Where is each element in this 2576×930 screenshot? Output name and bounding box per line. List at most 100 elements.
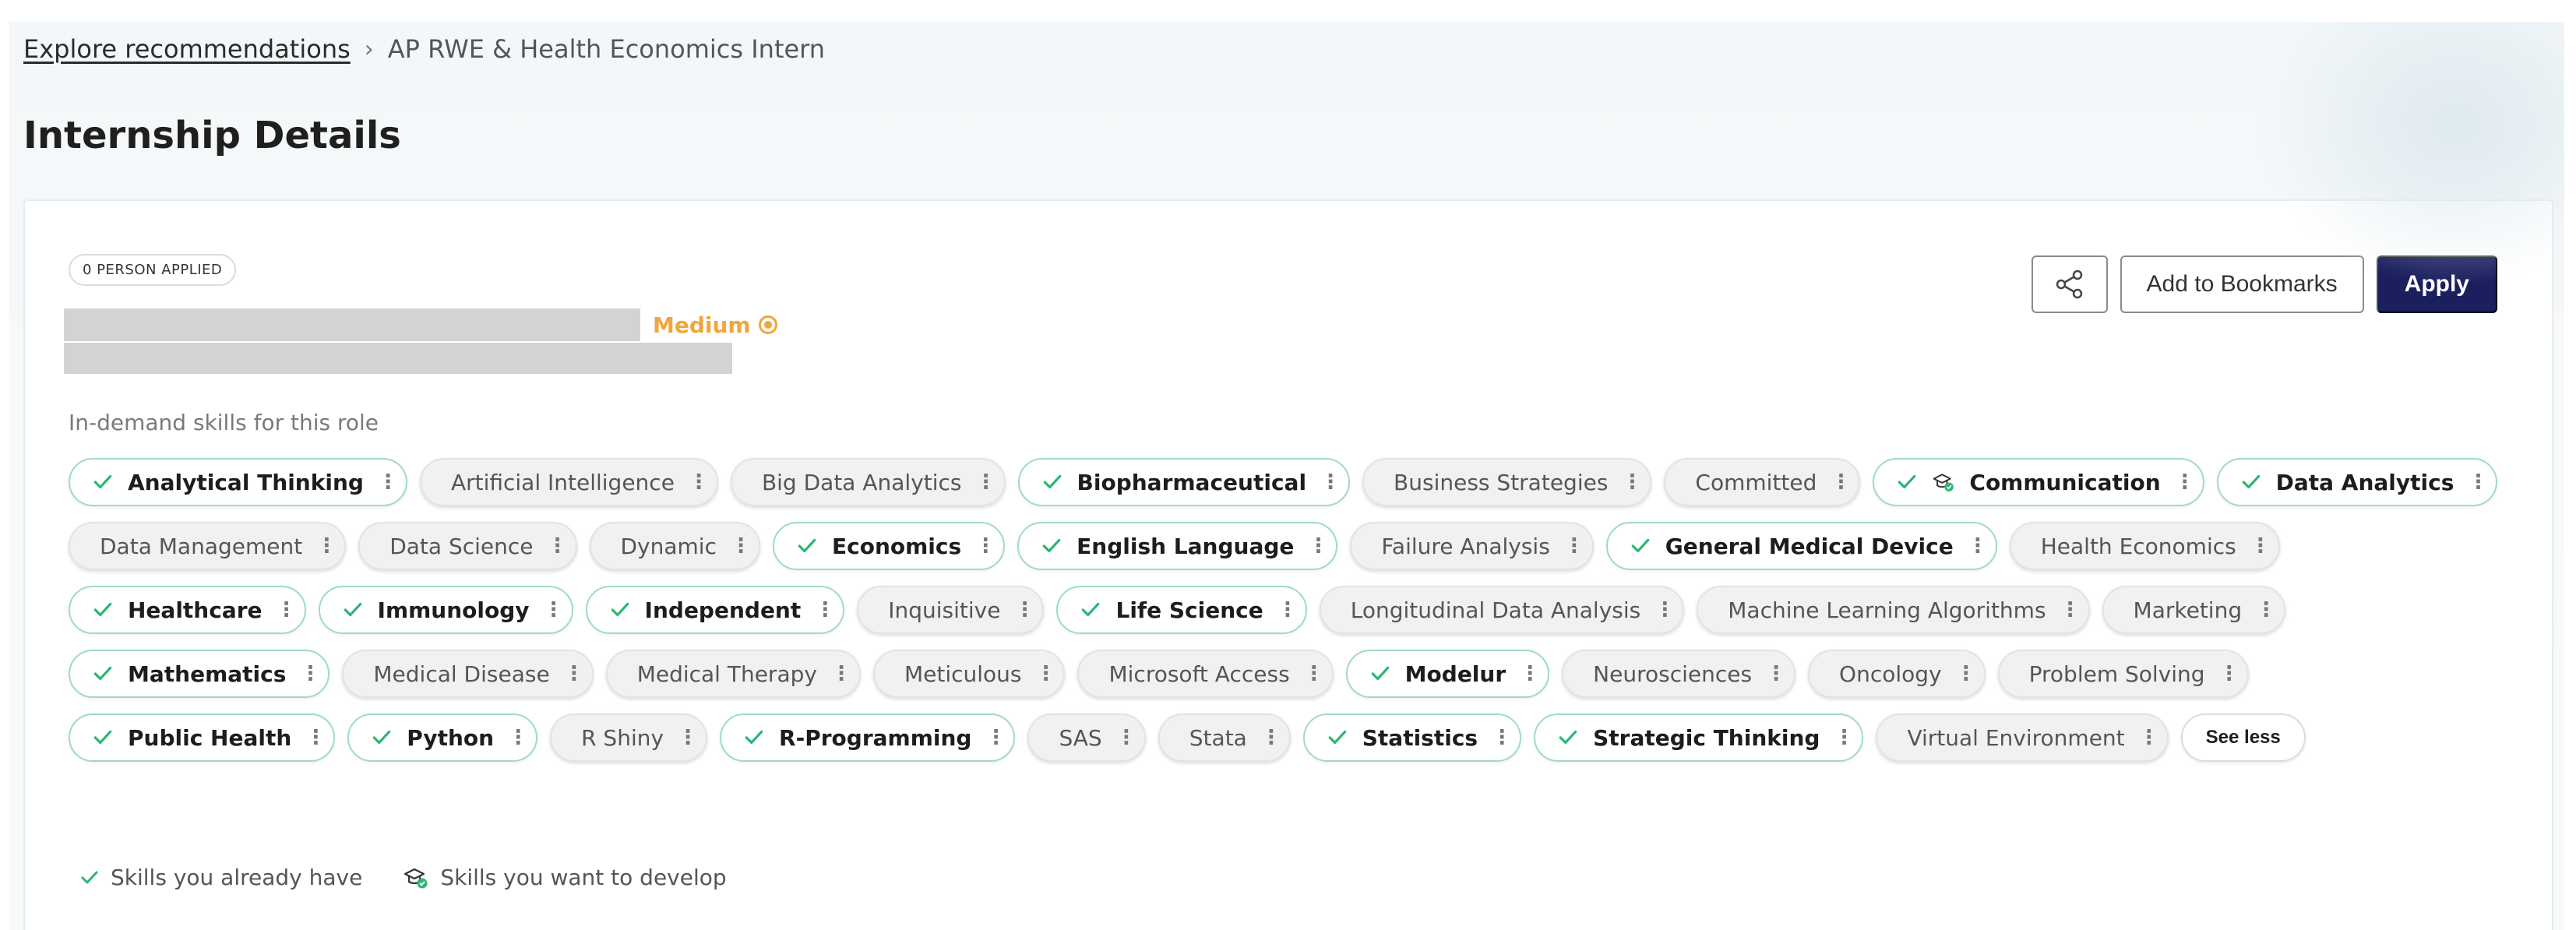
kebab-menu-icon[interactable]: ⋮ [2250, 534, 2271, 558]
skill-chip[interactable]: Oncology ⋮ [1808, 650, 1986, 698]
kebab-menu-icon[interactable]: ⋮ [1834, 726, 1854, 749]
kebab-menu-icon[interactable]: ⋮ [1968, 534, 1988, 558]
skill-chip[interactable]: Failure Analysis ⋮ [1350, 522, 1594, 570]
kebab-menu-icon[interactable]: ⋮ [1014, 598, 1034, 622]
skill-chip[interactable]: SAS ⋮ [1027, 713, 1146, 762]
skill-label: Neurosciences [1593, 661, 1753, 687]
breadcrumb: Explore recommendations › AP RWE & Healt… [23, 34, 825, 64]
skill-chip[interactable]: Mathematics ⋮ [69, 650, 330, 698]
skill-chip[interactable]: Machine Learning Algorithms ⋮ [1697, 586, 2090, 634]
skill-chip[interactable]: Inquisitive ⋮ [857, 586, 1045, 634]
skill-chip[interactable]: Marketing ⋮ [2102, 586, 2286, 634]
skill-label: Data Analytics [2275, 469, 2454, 495]
skill-label: R Shiny [581, 724, 664, 751]
kebab-menu-icon[interactable]: ⋮ [1654, 598, 1675, 622]
kebab-menu-icon[interactable]: ⋮ [689, 470, 709, 494]
kebab-menu-icon[interactable]: ⋮ [731, 534, 751, 558]
kebab-menu-icon[interactable]: ⋮ [1277, 598, 1298, 622]
kebab-menu-icon[interactable]: ⋮ [1320, 470, 1341, 494]
kebab-menu-icon[interactable]: ⋮ [1564, 534, 1584, 558]
kebab-menu-icon[interactable]: ⋮ [1831, 470, 1851, 494]
skill-chip[interactable]: Virtual Environment ⋮ [1876, 713, 2169, 762]
skill-chip[interactable]: Modelur ⋮ [1345, 650, 1550, 698]
skill-chip[interactable]: Independent ⋮ [585, 586, 845, 634]
kebab-menu-icon[interactable]: ⋮ [678, 726, 698, 749]
share-button[interactable] [2031, 255, 2108, 313]
skill-chip[interactable]: Meticulous ⋮ [872, 650, 1066, 698]
kebab-menu-icon[interactable]: ⋮ [2468, 470, 2488, 494]
skill-chip[interactable]: Medical Disease ⋮ [342, 650, 594, 698]
skill-chip[interactable]: Data Management ⋮ [69, 522, 347, 570]
skill-chip[interactable]: Biopharmaceutical ⋮ [1017, 458, 1351, 506]
kebab-menu-icon[interactable]: ⋮ [2219, 662, 2239, 685]
skill-chip[interactable]: Longitudinal Data Analysis ⋮ [1319, 586, 1685, 634]
skill-label: Failure Analysis [1381, 533, 1550, 559]
skill-chip[interactable]: Dynamic ⋮ [589, 522, 760, 570]
kebab-menu-icon[interactable]: ⋮ [508, 726, 528, 749]
check-icon [1043, 474, 1061, 489]
skill-chip[interactable]: Communication ⋮ [1873, 458, 2204, 506]
kebab-menu-icon[interactable]: ⋮ [1956, 662, 1976, 685]
skill-label: Virtual Environment [1907, 724, 2125, 751]
kebab-menu-icon[interactable]: ⋮ [1766, 662, 1786, 685]
skill-chip[interactable]: Immunology ⋮ [318, 586, 573, 634]
kebab-menu-icon[interactable]: ⋮ [1116, 726, 1136, 749]
kebab-menu-icon[interactable]: ⋮ [2139, 726, 2159, 749]
kebab-menu-icon[interactable]: ⋮ [2175, 470, 2195, 494]
skill-chip[interactable]: R Shiny ⋮ [550, 713, 708, 762]
kebab-menu-icon[interactable]: ⋮ [976, 470, 996, 494]
skill-chip[interactable]: Big Data Analytics ⋮ [730, 458, 1006, 506]
kebab-menu-icon[interactable]: ⋮ [975, 534, 996, 558]
kebab-menu-icon[interactable]: ⋮ [300, 662, 320, 685]
skill-chip[interactable]: R-Programming ⋮ [720, 713, 1016, 762]
skills-legend: Skills you already have Skills you want … [79, 865, 727, 890]
skill-chip[interactable]: Health Economics ⋮ [2009, 522, 2280, 570]
kebab-menu-icon[interactable]: ⋮ [1308, 534, 1328, 558]
skill-chip[interactable]: Economics ⋮ [772, 522, 1006, 570]
kebab-menu-icon[interactable]: ⋮ [277, 598, 297, 622]
skill-chip[interactable]: Strategic Thinking ⋮ [1534, 713, 1864, 762]
breadcrumb-link-explore[interactable]: Explore recommendations [23, 34, 351, 64]
skill-chip[interactable]: Problem Solving ⋮ [1997, 650, 2249, 698]
kebab-menu-icon[interactable]: ⋮ [548, 534, 568, 558]
kebab-menu-icon[interactable]: ⋮ [316, 534, 337, 558]
add-to-bookmarks-button[interactable]: Add to Bookmarks [2120, 255, 2364, 313]
kebab-menu-icon[interactable]: ⋮ [1492, 726, 1512, 749]
skill-chip[interactable]: English Language ⋮ [1017, 522, 1338, 570]
skill-chip[interactable]: Python ⋮ [347, 713, 538, 762]
see-less-button[interactable]: See less [2180, 713, 2306, 762]
kebab-menu-icon[interactable]: ⋮ [544, 598, 564, 622]
skill-chip[interactable]: Stata ⋮ [1158, 713, 1291, 762]
kebab-menu-icon[interactable]: ⋮ [815, 598, 835, 622]
check-icon [81, 871, 98, 883]
kebab-menu-icon[interactable]: ⋮ [1520, 662, 1540, 685]
kebab-menu-icon[interactable]: ⋮ [1304, 662, 1324, 685]
skill-chip[interactable]: Data Analytics ⋮ [2216, 458, 2498, 506]
skill-chip[interactable]: General Medical Device ⋮ [1605, 522, 1997, 570]
kebab-menu-icon[interactable]: ⋮ [831, 662, 851, 685]
skill-chip[interactable]: Artificial Intelligence ⋮ [419, 458, 718, 506]
kebab-menu-icon[interactable]: ⋮ [1035, 662, 1055, 685]
apply-button[interactable]: Apply [2376, 255, 2497, 313]
kebab-menu-icon[interactable]: ⋮ [1261, 726, 1281, 749]
kebab-menu-icon[interactable]: ⋮ [2060, 598, 2081, 622]
skill-chip[interactable]: Committed ⋮ [1664, 458, 1861, 506]
kebab-menu-icon[interactable]: ⋮ [985, 726, 1006, 749]
skill-chip[interactable]: Business Strategies ⋮ [1362, 458, 1652, 506]
skill-chip[interactable]: Public Health ⋮ [69, 713, 336, 762]
skill-label: Medical Disease [373, 661, 550, 687]
kebab-menu-icon[interactable]: ⋮ [564, 662, 584, 685]
kebab-menu-icon[interactable]: ⋮ [305, 726, 326, 749]
skill-chip[interactable]: Analytical Thinking ⋮ [69, 458, 407, 506]
skill-chip[interactable]: Microsoft Access ⋮ [1077, 650, 1334, 698]
skill-label: Health Economics [2040, 533, 2236, 559]
skill-chip[interactable]: Healthcare ⋮ [69, 586, 306, 634]
skill-chip[interactable]: Medical Therapy ⋮ [605, 650, 861, 698]
skill-chip[interactable]: Life Science ⋮ [1056, 586, 1307, 634]
skill-chip[interactable]: Statistics ⋮ [1302, 713, 1522, 762]
skill-chip[interactable]: Data Science ⋮ [358, 522, 577, 570]
skill-chip[interactable]: Neurosciences ⋮ [1562, 650, 1796, 698]
kebab-menu-icon[interactable]: ⋮ [1622, 470, 1642, 494]
kebab-menu-icon[interactable]: ⋮ [378, 470, 398, 494]
kebab-menu-icon[interactable]: ⋮ [2256, 598, 2276, 622]
